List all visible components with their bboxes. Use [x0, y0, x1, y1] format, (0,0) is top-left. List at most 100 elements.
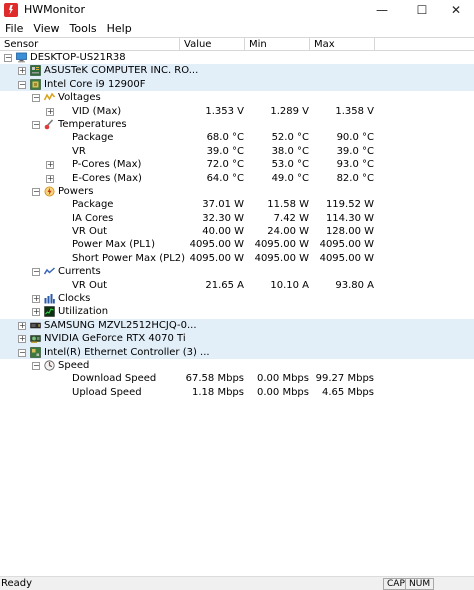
sensor-name: NVIDIA GeForce RTX 4070 Ti	[44, 333, 186, 345]
column-max[interactable]: Max	[310, 38, 375, 51]
sensor-name: Short Power Max (PL2)	[72, 252, 186, 264]
sensor-row-power-max-pl1[interactable]: Power Max (PL1) 4095.00 W 4095.00 W 4095.00…	[0, 238, 474, 251]
column-sensor[interactable]: Sensor	[0, 38, 180, 51]
tree-node-asustek-computer-inc-ro[interactable]: + ASUSTeK COMPUTER INC. RO...	[0, 64, 474, 78]
sensor-min: 24.00 W	[267, 226, 309, 238]
sensor-value: 68.0 °C	[206, 132, 244, 144]
sensor-name: Package	[72, 132, 114, 144]
sensor-max: 4095.00 W	[319, 252, 374, 264]
sensor-max: 39.0 °C	[336, 145, 374, 157]
expand-toggle[interactable]: +	[18, 321, 26, 330]
sensor-row-vid-max[interactable]: + VID (Max) 1.353 V 1.289 V 1.358 V	[0, 105, 474, 118]
sensor-min: 53.0 °C	[271, 159, 309, 171]
thermometer-icon	[44, 119, 55, 130]
hwmonitor-app-icon	[4, 2, 18, 17]
expand-toggle[interactable]: +	[32, 308, 40, 317]
expand-toggle[interactable]: +	[46, 161, 54, 170]
sensor-min: 11.58 W	[267, 199, 309, 211]
column-value[interactable]: Value	[180, 38, 245, 51]
tree-node-intel-r-ethernet-controller-3[interactable]: − Intel(R) Ethernet Controller (3) ...	[0, 345, 474, 359]
menu-tools[interactable]: Tools	[65, 22, 102, 35]
collapse-toggle[interactable]: −	[32, 268, 40, 277]
sensor-row-upload-speed[interactable]: Upload Speed 1.18 Mbps 0.00 Mbps 4.65 Mbps	[0, 386, 474, 399]
window-title: HWMonitor	[24, 3, 85, 16]
minimize-button[interactable]: —	[362, 0, 402, 19]
collapse-toggle[interactable]: −	[4, 54, 12, 62]
sensor-row-short-power-max-pl2[interactable]: Short Power Max (PL2) 4095.00 W 4095.00 W4…	[0, 252, 474, 265]
collapse-toggle[interactable]: −	[32, 361, 40, 370]
sensor-row-download-speed[interactable]: Download Speed 67.58 Mbps 0.00 Mbps 99.27 M…	[0, 372, 474, 385]
power-icon	[44, 186, 55, 197]
collapse-toggle[interactable]: −	[32, 120, 40, 129]
sensor-row-vr-out[interactable]: VR Out 40.00 W 24.00 W 128.00 W	[0, 225, 474, 238]
menu-help[interactable]: Help	[102, 22, 137, 35]
tree-node-voltages[interactable]: − Voltages	[0, 91, 474, 104]
menu-bar: File View Tools Help	[0, 19, 474, 37]
speed-icon	[44, 360, 55, 371]
tree-node-temperatures[interactable]: − Temperatures	[0, 118, 474, 131]
sensor-name: E-Cores (Max)	[72, 172, 142, 184]
sensor-value: 4095.00 W	[189, 239, 244, 251]
tree-node-nvidia-geforce-rtx-4070-ti[interactable]: + NVIDIA GeForce RTX 4070 Ti	[0, 332, 474, 346]
column-header: Sensor Value Min Max	[0, 37, 474, 51]
sensor-min: 4095.00 W	[254, 239, 309, 251]
sensor-row-vr[interactable]: VR 39.0 °C 38.0 °C 39.0 °C	[0, 145, 474, 158]
sensor-max: 119.52 W	[325, 199, 374, 211]
sensor-row-package[interactable]: Package 37.01 W 11.58 W 119.52 W	[0, 198, 474, 211]
clock-icon	[44, 293, 55, 304]
sensor-max: 114.30 W	[325, 212, 374, 224]
sensor-row-package[interactable]: Package 68.0 °C 52.0 °C 90.0 °C	[0, 131, 474, 144]
sensor-name: ASUSTeK COMPUTER INC. RO...	[44, 65, 199, 77]
menu-file[interactable]: File	[0, 22, 28, 35]
current-icon	[43, 266, 56, 277]
sensor-min: 4095.00 W	[254, 252, 309, 264]
collapse-toggle[interactable]: −	[32, 187, 40, 196]
column-min[interactable]: Min	[245, 38, 310, 51]
sensor-value: 4095.00 W	[189, 252, 244, 264]
sensor-value: 72.0 °C	[206, 159, 244, 171]
sensor-name: Package	[72, 199, 114, 211]
tree-node-samsung-mzvl2512hcjq-0[interactable]: + SAMSUNG MZVL2512HCJQ-0...	[0, 318, 474, 333]
collapse-toggle[interactable]: −	[18, 348, 26, 357]
sensor-name: Currents	[58, 266, 101, 278]
network-icon	[30, 346, 41, 358]
sensor-name: Power Max (PL1)	[72, 239, 156, 251]
sensor-value: 40.00 W	[202, 226, 244, 238]
sensor-name: Voltages	[58, 92, 101, 104]
utilization-icon	[44, 306, 55, 318]
menu-view[interactable]: View	[28, 22, 64, 35]
expand-toggle[interactable]: +	[46, 174, 54, 183]
tree-node-currents[interactable]: − Currents	[0, 265, 474, 278]
sensor-tree[interactable]: − DESKTOP-US21R38 + ASUSTeK COMPUTER INC. R…	[0, 51, 474, 399]
sensor-name: VID (Max)	[72, 105, 122, 117]
sensor-max: 93.80 A	[335, 279, 374, 291]
motherboard-icon	[30, 65, 41, 77]
expand-toggle[interactable]: +	[18, 335, 26, 344]
sensor-name: VR	[72, 145, 86, 157]
tree-node-desktop-us21r38[interactable]: − DESKTOP-US21R38	[0, 51, 474, 64]
expand-toggle[interactable]: +	[18, 67, 26, 76]
expand-toggle[interactable]: +	[46, 107, 54, 116]
sensor-row-e-cores-max[interactable]: + E-Cores (Max) 64.0 °C 49.0 °C 82.0 °C	[0, 172, 474, 185]
sensor-min: 49.0 °C	[271, 172, 309, 184]
sensor-row-p-cores-max[interactable]: + P-Cores (Max) 72.0 °C 53.0 °C 93.0 °C	[0, 158, 474, 171]
tree-node-powers[interactable]: − Powers	[0, 185, 474, 198]
collapse-toggle[interactable]: −	[18, 80, 26, 89]
sensor-row-ia-cores[interactable]: IA Cores 32.30 W 7.42 W 114.30 W	[0, 212, 474, 225]
close-button[interactable]: ✕	[436, 0, 474, 19]
tree-node-speed[interactable]: − Speed	[0, 359, 474, 372]
tree-node-intel-core-i9-12900f[interactable]: − Intel Core i9 12900F	[0, 77, 474, 92]
sensor-value: 21.65 A	[205, 279, 244, 291]
sensor-name: P-Cores (Max)	[72, 159, 142, 171]
sensor-row-vr-out[interactable]: VR Out 21.65 A 10.10 A 93.80 A	[0, 279, 474, 292]
sensor-min: 10.10 A	[270, 279, 309, 291]
expand-toggle[interactable]: +	[32, 295, 40, 304]
tree-node-utilization[interactable]: + Utilization	[0, 305, 474, 318]
sensor-value: 64.0 °C	[206, 172, 244, 184]
tree-node-clocks[interactable]: + Clocks	[0, 292, 474, 305]
sensor-max: 90.0 °C	[336, 132, 374, 144]
sensor-value: 39.0 °C	[206, 145, 244, 157]
sensor-min: 38.0 °C	[271, 145, 309, 157]
collapse-toggle[interactable]: −	[32, 94, 40, 103]
sensor-min: 1.289 V	[270, 105, 309, 117]
